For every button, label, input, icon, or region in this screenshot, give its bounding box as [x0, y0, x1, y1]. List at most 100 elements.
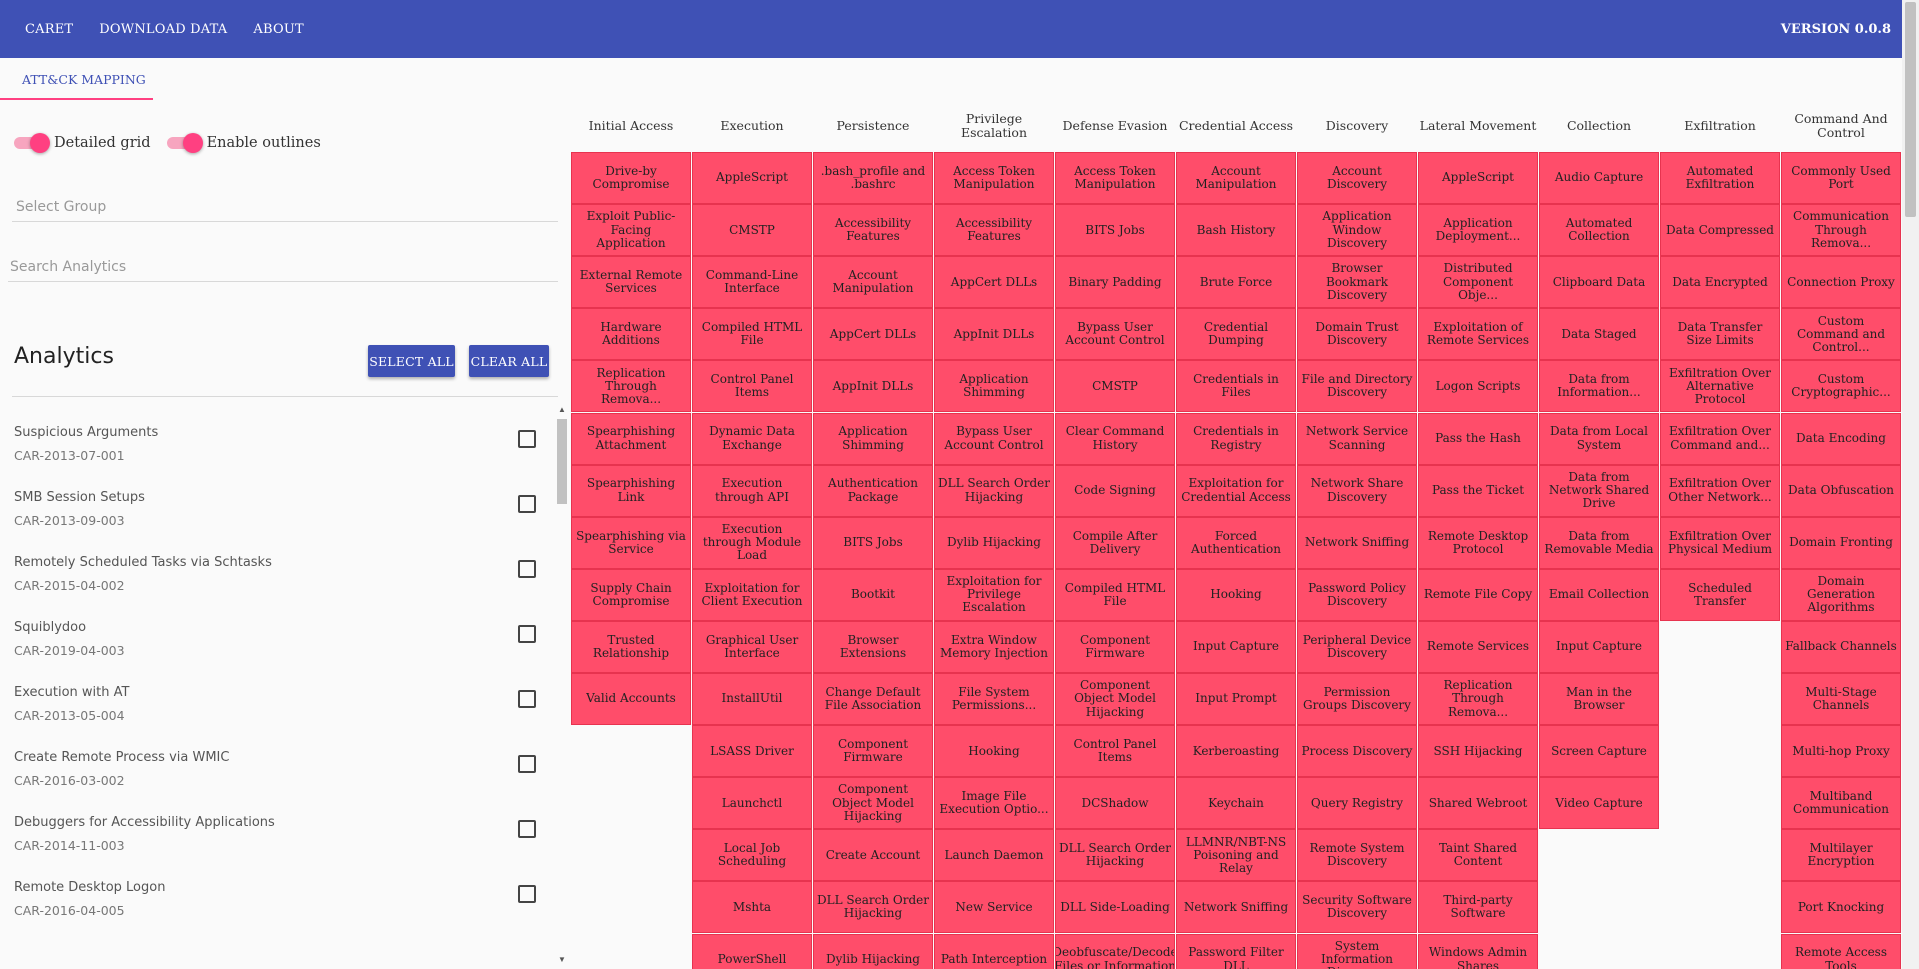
technique-cell[interactable]: Control Panel Items: [1055, 725, 1175, 778]
list-scroll-thumb[interactable]: [557, 419, 567, 504]
technique-cell[interactable]: Third-party Software: [1418, 881, 1538, 934]
technique-cell[interactable]: Change Default File Association: [813, 673, 933, 725]
analytic-checkbox[interactable]: [518, 690, 536, 708]
technique-cell[interactable]: Exfiltration Over Other Network...: [1660, 464, 1780, 517]
technique-cell[interactable]: Image File Execution Optio...: [934, 777, 1054, 830]
technique-cell[interactable]: Audio Capture: [1539, 152, 1659, 204]
technique-cell[interactable]: Peripheral Device Discovery: [1297, 620, 1417, 673]
technique-cell[interactable]: Path Interception: [934, 933, 1054, 969]
technique-cell[interactable]: Credential Dumping: [1176, 308, 1296, 361]
technique-cell[interactable]: Launchctl: [692, 777, 812, 830]
technique-cell[interactable]: Access Token Manipulation: [1055, 152, 1175, 204]
technique-cell[interactable]: Mshta: [692, 881, 812, 934]
technique-cell[interactable]: Automated Exfiltration: [1660, 152, 1780, 204]
technique-cell[interactable]: Component Firmware: [813, 725, 933, 778]
technique-cell[interactable]: Data from Information...: [1539, 360, 1659, 413]
technique-cell[interactable]: Hooking: [1176, 568, 1296, 621]
technique-cell[interactable]: Control Panel Items: [692, 360, 812, 413]
technique-cell[interactable]: Create Account: [813, 829, 933, 882]
technique-cell[interactable]: Execution through API: [692, 464, 812, 517]
nav-caret[interactable]: CARET: [12, 0, 86, 58]
technique-cell[interactable]: Custom Cryptographic...: [1781, 360, 1901, 413]
technique-cell[interactable]: Local Job Scheduling: [692, 829, 812, 882]
technique-cell[interactable]: Domain Fronting: [1781, 516, 1901, 569]
technique-cell[interactable]: AppCert DLLs: [813, 308, 933, 361]
technique-cell[interactable]: Remote Desktop Protocol: [1418, 516, 1538, 569]
technique-cell[interactable]: Network Sniffing: [1297, 516, 1417, 569]
technique-cell[interactable]: Bash History: [1176, 204, 1296, 257]
select-all-button[interactable]: SELECT ALL: [368, 345, 455, 377]
analytic-list-item[interactable]: Execution with AT CAR-2013-05-004: [0, 665, 555, 730]
technique-cell[interactable]: Domain Trust Discovery: [1297, 308, 1417, 361]
technique-cell[interactable]: Multiband Communication: [1781, 777, 1901, 830]
technique-cell[interactable]: Component Object Model Hijacking: [1055, 673, 1175, 725]
technique-cell[interactable]: Remote File Copy: [1418, 568, 1538, 621]
technique-cell[interactable]: Compiled HTML File: [692, 308, 812, 361]
technique-cell[interactable]: Browser Bookmark Discovery: [1297, 256, 1417, 309]
technique-cell[interactable]: Security Software Discovery: [1297, 881, 1417, 934]
technique-cell[interactable]: System Information Discovery: [1297, 933, 1417, 969]
technique-cell[interactable]: Data Compressed: [1660, 204, 1780, 257]
technique-cell[interactable]: Data Encrypted: [1660, 256, 1780, 309]
technique-cell[interactable]: Permission Groups Discovery: [1297, 673, 1417, 725]
technique-cell[interactable]: Valid Accounts: [571, 673, 691, 725]
technique-cell[interactable]: File System Permissions...: [934, 673, 1054, 725]
technique-cell[interactable]: PowerShell: [692, 933, 812, 969]
technique-cell[interactable]: AppInit DLLs: [813, 360, 933, 413]
technique-cell[interactable]: Fallback Channels: [1781, 620, 1901, 673]
technique-cell[interactable]: Data Transfer Size Limits: [1660, 308, 1780, 361]
technique-cell[interactable]: Multi-hop Proxy: [1781, 725, 1901, 778]
analytic-checkbox[interactable]: [518, 560, 536, 578]
technique-cell[interactable]: Remote Services: [1418, 620, 1538, 673]
technique-cell[interactable]: Replication Through Remova...: [571, 360, 691, 413]
clear-all-button[interactable]: CLEAR ALL: [469, 345, 549, 377]
detailed-grid-toggle[interactable]: Detailed grid: [14, 133, 151, 153]
technique-cell[interactable]: Accessibility Features: [934, 204, 1054, 257]
technique-cell[interactable]: Input Capture: [1176, 620, 1296, 673]
technique-cell[interactable]: Component Object Model Hijacking: [813, 777, 933, 830]
technique-cell[interactable]: Video Capture: [1539, 777, 1659, 830]
technique-cell[interactable]: Bootkit: [813, 568, 933, 621]
detailed-grid-switch[interactable]: [14, 133, 50, 153]
technique-cell[interactable]: Spearphishing Attachment: [571, 412, 691, 465]
select-group-input[interactable]: [12, 192, 558, 221]
analytic-checkbox[interactable]: [518, 625, 536, 643]
technique-cell[interactable]: Network Sniffing: [1176, 881, 1296, 934]
technique-cell[interactable]: Exploitation for Client Execution: [692, 568, 812, 621]
technique-cell[interactable]: Browser Extensions: [813, 620, 933, 673]
page-scrollbar[interactable]: [1902, 0, 1919, 969]
analytic-list-item[interactable]: Create Remote Process via WMIC CAR-2016-0…: [0, 730, 555, 795]
technique-cell[interactable]: Exploitation for Credential Access: [1176, 464, 1296, 517]
technique-cell[interactable]: Custom Command and Control...: [1781, 308, 1901, 361]
technique-cell[interactable]: Spearphishing via Service: [571, 516, 691, 569]
technique-cell[interactable]: DLL Search Order Hijacking: [813, 881, 933, 934]
technique-cell[interactable]: Supply Chain Compromise: [571, 568, 691, 621]
technique-cell[interactable]: Data from Network Shared Drive: [1539, 464, 1659, 517]
technique-cell[interactable]: Network Share Discovery: [1297, 464, 1417, 517]
technique-cell[interactable]: Exploit Public-Facing Application: [571, 204, 691, 257]
technique-cell[interactable]: Data from Local System: [1539, 412, 1659, 465]
enable-outlines-switch[interactable]: [166, 133, 203, 153]
nav-about[interactable]: ABOUT: [240, 0, 316, 58]
technique-cell[interactable]: AppleScript: [1418, 152, 1538, 204]
technique-cell[interactable]: DLL Search Order Hijacking: [934, 464, 1054, 517]
technique-cell[interactable]: Pass the Ticket: [1418, 464, 1538, 517]
technique-cell[interactable]: Pass the Hash: [1418, 412, 1538, 465]
technique-cell[interactable]: Connection Proxy: [1781, 256, 1901, 309]
search-analytics-input[interactable]: [8, 252, 558, 281]
list-scrollbar[interactable]: ▲ ▼: [556, 405, 568, 969]
scroll-down-arrow-icon[interactable]: ▼: [557, 955, 567, 965]
page-scroll-thumb[interactable]: [1905, 2, 1916, 217]
technique-cell[interactable]: Data Staged: [1539, 308, 1659, 361]
technique-cell[interactable]: Kerberoasting: [1176, 725, 1296, 778]
technique-cell[interactable]: DCShadow: [1055, 777, 1175, 830]
technique-cell[interactable]: Binary Padding: [1055, 256, 1175, 309]
analytic-list-item[interactable]: SMB Session Setups CAR-2013-09-003: [0, 470, 555, 535]
technique-cell[interactable]: Logon Scripts: [1418, 360, 1538, 413]
technique-cell[interactable]: Scheduled Transfer: [1660, 568, 1780, 621]
technique-cell[interactable]: LLMNR/NBT-NS Poisoning and Relay: [1176, 829, 1296, 882]
analytic-checkbox[interactable]: [518, 885, 536, 903]
technique-cell[interactable]: Command-Line Interface: [692, 256, 812, 309]
technique-cell[interactable]: Deobfuscate/Decode Files or Information: [1055, 933, 1175, 969]
technique-cell[interactable]: Dynamic Data Exchange: [692, 412, 812, 465]
